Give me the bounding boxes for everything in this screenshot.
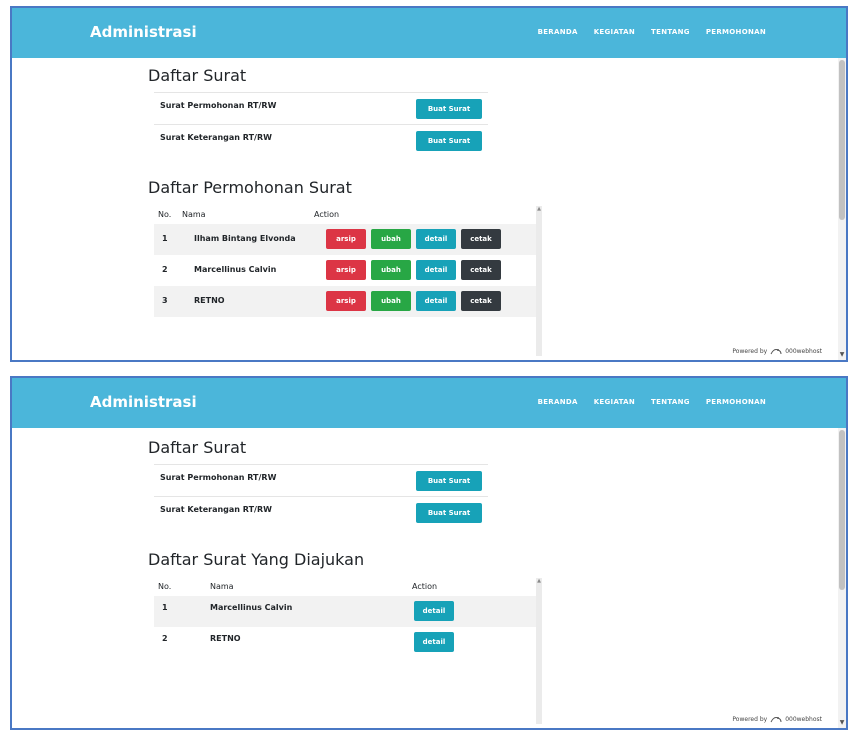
arsip-button[interactable]: arsip <box>326 229 366 249</box>
webhost-logo-icon <box>770 349 782 355</box>
col-no: No. <box>158 582 172 591</box>
surat-name: Surat Permohonan RT/RW <box>160 101 277 110</box>
surat-row: Surat Keterangan RT/RW Buat Surat <box>154 496 488 528</box>
scroll-up-icon[interactable]: ▲ <box>536 578 542 584</box>
row-nama: Marcellinus Calvin <box>194 265 277 274</box>
host-name[interactable]: 000webhost <box>785 348 822 355</box>
table-scrollbar[interactable]: ▲ <box>536 206 542 356</box>
buat-surat-button[interactable]: Buat Surat <box>416 471 482 491</box>
scroll-up-icon[interactable]: ▲ <box>536 206 542 212</box>
detail-button[interactable]: detail <box>414 601 454 621</box>
col-action: Action <box>314 210 340 219</box>
row-actions: detail <box>414 601 454 621</box>
webhost-logo-icon <box>770 717 782 723</box>
buat-surat-button[interactable]: Buat Surat <box>416 503 482 523</box>
daftar-permohonan-title: Daftar Permohonan Surat <box>148 178 352 197</box>
row-actions: detail <box>414 632 454 652</box>
row-nama: RETNO <box>210 634 241 643</box>
user-view-screenshot: Administrasi BERANDA KEGIATAN TENTANG PE… <box>10 376 848 730</box>
navbar: Administrasi BERANDA KEGIATAN TENTANG PE… <box>12 378 846 428</box>
daftar-surat-table: Surat Permohonan RT/RW Buat Surat Surat … <box>154 92 488 156</box>
page-scrollbar-thumb[interactable] <box>839 60 845 220</box>
row-no: 1 <box>162 234 168 243</box>
powered-by-label: Powered by <box>732 716 768 723</box>
table-row: 3 RETNO arsip ubah detail cetak <box>154 286 542 317</box>
surat-name: Surat Permohonan RT/RW <box>160 473 277 482</box>
nav-permohonan[interactable]: PERMOHONAN <box>706 398 766 406</box>
row-nama: Ilham Bintang Elvonda <box>194 234 296 243</box>
nav-kegiatan[interactable]: KEGIATAN <box>594 398 635 406</box>
page-scrollbar-thumb[interactable] <box>839 430 845 590</box>
daftar-surat-title: Daftar Surat <box>148 438 247 457</box>
page-scrollbar[interactable]: ▼ <box>838 428 846 728</box>
nav-tentang[interactable]: TENTANG <box>651 398 690 406</box>
detail-button[interactable]: detail <box>416 291 456 311</box>
ubah-button[interactable]: ubah <box>371 291 411 311</box>
surat-name: Surat Keterangan RT/RW <box>160 505 272 514</box>
navbar: Administrasi BERANDA KEGIATAN TENTANG PE… <box>12 8 846 58</box>
nav-beranda[interactable]: BERANDA <box>538 398 578 406</box>
powered-by-label: Powered by <box>732 348 768 355</box>
brand-title[interactable]: Administrasi <box>90 393 197 411</box>
table-row: 2 RETNO detail <box>154 627 542 658</box>
col-action: Action <box>412 582 438 591</box>
row-nama: Marcellinus Calvin <box>210 603 293 612</box>
ubah-button[interactable]: ubah <box>371 260 411 280</box>
nav-menu: BERANDA KEGIATAN TENTANG PERMOHONAN <box>538 398 766 406</box>
col-nama: Nama <box>210 582 234 591</box>
detail-button[interactable]: detail <box>416 260 456 280</box>
table-header: No. Nama Action <box>154 578 542 596</box>
surat-name: Surat Keterangan RT/RW <box>160 133 272 142</box>
nav-tentang[interactable]: TENTANG <box>651 28 690 36</box>
cetak-button[interactable]: cetak <box>461 291 501 311</box>
table-scrollbar[interactable]: ▲ <box>536 578 542 724</box>
row-actions: arsip ubah detail cetak <box>326 229 501 249</box>
nav-kegiatan[interactable]: KEGIATAN <box>594 28 635 36</box>
table-row: 2 Marcellinus Calvin arsip ubah detail c… <box>154 255 542 286</box>
cetak-button[interactable]: cetak <box>461 260 501 280</box>
detail-button[interactable]: detail <box>414 632 454 652</box>
buat-surat-button[interactable]: Buat Surat <box>416 99 482 119</box>
daftar-surat-table: Surat Permohonan RT/RW Buat Surat Surat … <box>154 464 488 528</box>
table-row: 1 Marcellinus Calvin detail <box>154 596 542 627</box>
table-header: No. Nama Action <box>154 206 542 224</box>
row-nama: RETNO <box>194 296 225 305</box>
nav-beranda[interactable]: BERANDA <box>538 28 578 36</box>
col-no: No. <box>158 210 172 219</box>
row-no: 2 <box>162 634 168 643</box>
table-row: 1 Ilham Bintang Elvonda arsip ubah detai… <box>154 224 542 255</box>
admin-view-screenshot: Administrasi BERANDA KEGIATAN TENTANG PE… <box>10 6 848 362</box>
surat-diajukan-table: No. Nama Action 1 Marcellinus Calvin det… <box>154 578 542 658</box>
daftar-surat-title: Daftar Surat <box>148 66 247 85</box>
cetak-button[interactable]: cetak <box>461 229 501 249</box>
daftar-surat-diajukan-title: Daftar Surat Yang Diajukan <box>148 550 365 569</box>
surat-row: Surat Permohonan RT/RW Buat Surat <box>154 464 488 496</box>
arsip-button[interactable]: arsip <box>326 260 366 280</box>
detail-button[interactable]: detail <box>416 229 456 249</box>
surat-row: Surat Keterangan RT/RW Buat Surat <box>154 124 488 156</box>
row-actions: arsip ubah detail cetak <box>326 291 501 311</box>
footer-credit: Powered by 000webhost <box>732 347 822 356</box>
col-nama: Nama <box>182 210 206 219</box>
surat-row: Surat Permohonan RT/RW Buat Surat <box>154 92 488 124</box>
brand-title[interactable]: Administrasi <box>90 23 197 41</box>
row-no: 2 <box>162 265 168 274</box>
row-actions: arsip ubah detail cetak <box>326 260 501 280</box>
nav-permohonan[interactable]: PERMOHONAN <box>706 28 766 36</box>
arsip-button[interactable]: arsip <box>326 291 366 311</box>
row-no: 3 <box>162 296 168 305</box>
scroll-down-icon[interactable]: ▼ <box>839 720 845 726</box>
footer-credit: Powered by 000webhost <box>732 715 822 724</box>
host-name[interactable]: 000webhost <box>785 716 822 723</box>
ubah-button[interactable]: ubah <box>371 229 411 249</box>
nav-menu: BERANDA KEGIATAN TENTANG PERMOHONAN <box>538 28 766 36</box>
scroll-down-icon[interactable]: ▼ <box>839 352 845 358</box>
buat-surat-button[interactable]: Buat Surat <box>416 131 482 151</box>
permohonan-table: No. Nama Action 1 Ilham Bintang Elvonda … <box>154 206 542 317</box>
row-no: 1 <box>162 603 168 612</box>
page-scrollbar[interactable]: ▼ <box>838 58 846 360</box>
